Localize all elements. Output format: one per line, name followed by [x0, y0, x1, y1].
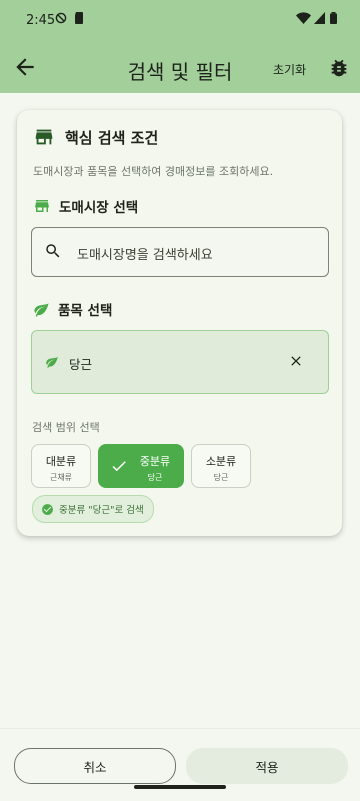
range-option-middle[interactable]: 중분류 당근 [98, 444, 184, 488]
market-search-placeholder: 도매시장명을 검색하세요 [77, 248, 213, 263]
market-store-icon [35, 200, 49, 212]
item-section-title: 품목 선택 [58, 303, 113, 319]
apply-button[interactable]: 적용 [186, 748, 348, 784]
range-label: 검색 범위 선택 [32, 421, 100, 434]
search-scope-badge: 중분류 "당근"로 검색 [32, 495, 154, 523]
search-icon [46, 244, 60, 258]
range-option-label: 대분류 [45, 455, 77, 468]
sim-card-icon [75, 12, 83, 24]
range-option-sub: 당근 [147, 473, 163, 482]
check-icon [112, 461, 126, 472]
cancel-button[interactable]: 취소 [14, 748, 176, 784]
selected-item-label: 당근 [69, 357, 93, 372]
range-option-label: 소분류 [205, 455, 237, 468]
battery-icon [330, 12, 337, 24]
card-title: 핵심 검색 조건 [65, 128, 159, 147]
wifi-icon [296, 12, 311, 24]
card-header: 핵심 검색 조건 [33, 126, 158, 148]
clear-item-icon[interactable] [288, 353, 304, 369]
range-option-sub: 당근 [213, 473, 229, 482]
range-option-major[interactable]: 대분류 근채류 [31, 444, 91, 488]
gesture-handle [134, 785, 226, 789]
status-time: 2:45 [26, 13, 56, 28]
item-section-header: 품목 선택 [33, 299, 112, 319]
status-bar: 2:45 [0, 0, 360, 42]
range-option-sub: 근채류 [49, 473, 73, 482]
market-search-input[interactable]: 도매시장명을 검색하세요 [31, 227, 329, 277]
market-section-header: 도매시장 선택 [33, 196, 138, 216]
reset-button[interactable]: 초기화 [273, 61, 306, 78]
bottom-action-bar: 취소 적용 [0, 728, 360, 801]
store-icon [35, 129, 53, 145]
leaf-icon [34, 302, 49, 317]
search-conditions-card: 핵심 검색 조건 도매시장과 품목을 선택하여 경매정보를 조회하세요. 도매시… [17, 110, 342, 536]
range-option-minor[interactable]: 소분류 당근 [191, 444, 251, 488]
check-circle-icon [42, 503, 53, 515]
signal-icon [314, 12, 325, 24]
search-scope-text: 중분류 "당근"로 검색 [59, 505, 144, 516]
selected-item-box: 당근 [31, 330, 329, 394]
card-description: 도매시장과 품목을 선택하여 경매정보를 조회하세요. [33, 165, 274, 178]
bug-icon[interactable] [328, 57, 350, 79]
market-section-title: 도매시장 선택 [59, 200, 139, 216]
range-option-label: 중분류 [139, 455, 171, 468]
app-bar: 검색 및 필터 초기화 [0, 42, 360, 93]
top-bar: 2:45 검색 및 필터 초기화 [0, 0, 360, 93]
selected-item-leaf-icon [46, 356, 58, 368]
dnd-icon [55, 12, 67, 24]
